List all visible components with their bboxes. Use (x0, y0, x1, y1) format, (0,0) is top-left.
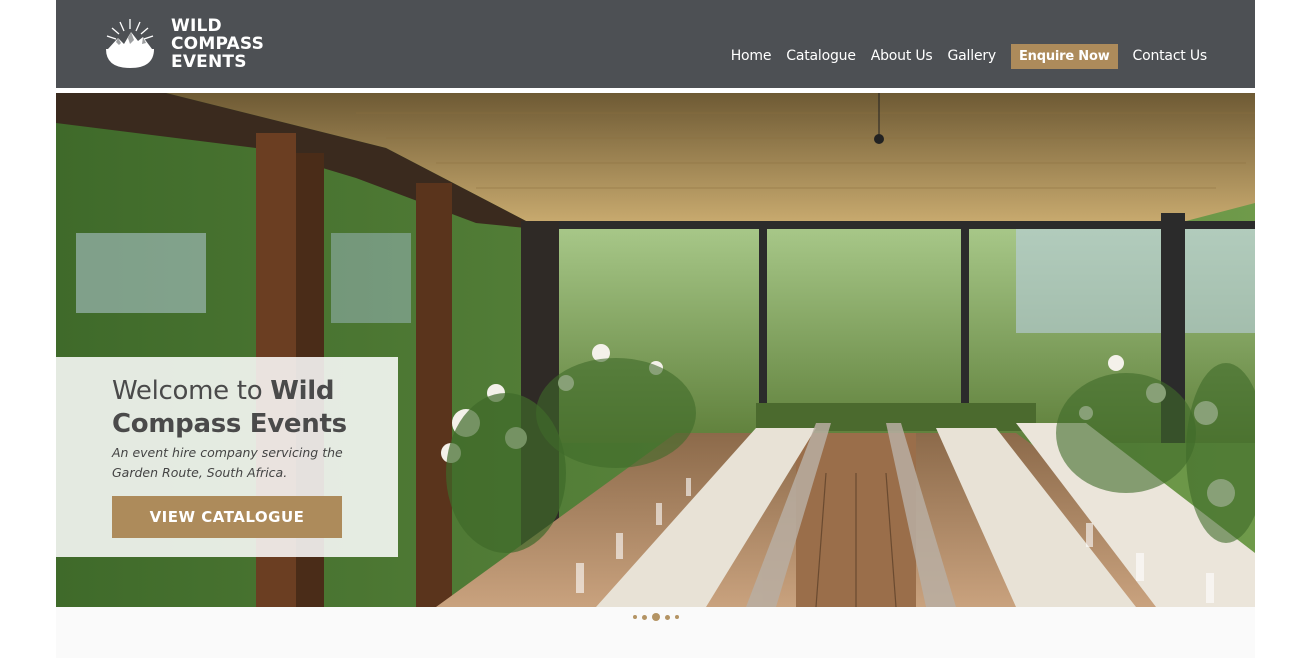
nav-enquire-now-button[interactable]: Enquire Now (1011, 43, 1118, 69)
logo-line-2: COMPASS (171, 34, 265, 54)
slider-dot-1[interactable] (632, 615, 637, 619)
hero-tagline: An event hire company servicing the Gard… (112, 445, 343, 480)
nav-about-us[interactable]: About Us (871, 43, 933, 69)
nav-home[interactable]: Home (731, 43, 772, 69)
slider-dot-4[interactable] (664, 614, 670, 620)
logo-line-1: WILD (171, 16, 222, 36)
slider-dot-2[interactable] (641, 614, 647, 620)
nav-contact-us[interactable]: Contact Us (1133, 43, 1208, 69)
slider-dot-5[interactable] (674, 615, 679, 619)
logo-line-3: EVENTS (171, 52, 247, 72)
page: WILD COMPASS EVENTS Home Catalogue About… (56, 0, 1255, 658)
hero-heading-prefix: Welcome to (112, 376, 271, 406)
logo-wordmark: WILD COMPASS EVENTS (171, 17, 264, 71)
welcome-panel: Welcome to Wild Compass Events An event … (56, 357, 398, 557)
view-catalogue-button[interactable]: VIEW CATALOGUE (112, 496, 342, 538)
slider-pagination (630, 613, 681, 621)
main-nav: Home Catalogue About Us Gallery Enquire … (716, 43, 1207, 69)
hero-slider: Welcome to Wild Compass Events An event … (56, 93, 1255, 607)
site-header: WILD COMPASS EVENTS Home Catalogue About… (56, 0, 1255, 88)
hero-heading: Welcome to Wild Compass Events (112, 375, 382, 441)
slider-dot-3[interactable] (651, 613, 660, 621)
nav-gallery[interactable]: Gallery (948, 43, 997, 69)
nav-catalogue[interactable]: Catalogue (786, 43, 856, 69)
sun-mountain-logo-icon (106, 19, 154, 68)
site-logo[interactable]: WILD COMPASS EVENTS (104, 16, 284, 72)
